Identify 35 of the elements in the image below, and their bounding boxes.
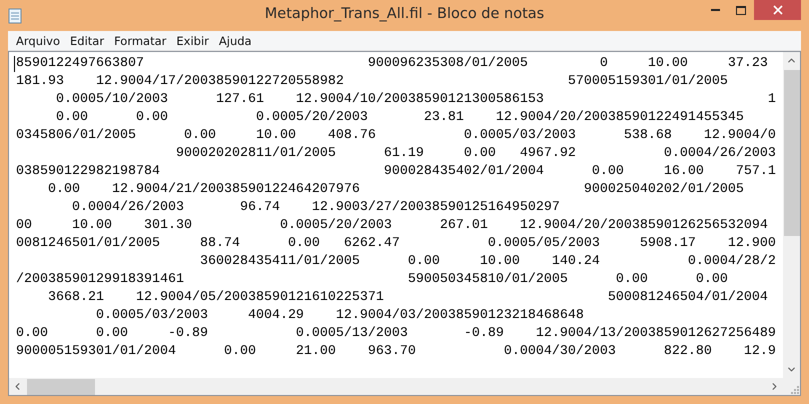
close-icon xyxy=(772,5,782,15)
vertical-scrollbar[interactable] xyxy=(783,52,800,378)
text-line: 0081246501/01/2005 88.74 0.00 6262.47 0.0005/05/2003 5908.17 12.900 xyxy=(16,235,776,253)
text-line: 181.93 12.9004/17/20038590122720558982 570005159301/01/2005 xyxy=(16,73,728,91)
text-line: 8590122497663807 900096235308/01/2005 0 10.00 37.23 xyxy=(16,55,768,73)
horizontal-scrollbar[interactable] xyxy=(9,378,783,395)
menu-item[interactable]: Editar xyxy=(65,34,110,48)
minimize-icon xyxy=(710,9,720,11)
close-button[interactable] xyxy=(754,0,801,20)
text-line: 0.0005/03/2003 4004.29 12.9004/03/20038590123218468648 xyxy=(94,307,584,325)
text-line: 3668.21 12.9004/05/20038590121610225371 500081246504/01/2004 xyxy=(46,289,768,307)
scrollbar-thumb[interactable] xyxy=(27,378,95,394)
text-line: 0.00 0.00 -0.89 0.0005/13/2003 -0.89 12.9004/13/2003859012627256489 xyxy=(16,325,776,343)
text-line: 360028435411/01/2005 0.00 10.00 140.24 0.0004/28/2 xyxy=(198,253,776,271)
maximize-icon xyxy=(736,6,746,14)
text-cursor xyxy=(14,56,15,72)
resize-grip-icon[interactable] xyxy=(788,383,800,395)
text-line: 038590122982198784 900028435402/01/2004 0.00 16.00 757.1 xyxy=(16,163,776,181)
menu-item[interactable]: Formatar xyxy=(109,34,172,48)
menu-item[interactable]: Exibir xyxy=(171,34,214,48)
text-line: 0345806/01/2005 0.00 10.00 408.76 0.0005/03/2003 538.68 12.9004/0 xyxy=(16,127,776,145)
text-line: 900005159301/01/2004 0.00 21.00 963.70 0.0004/30/2003 822.80 12.9 xyxy=(16,343,776,361)
text-line: 00 10.00 301.30 0.0005/20/2003 267.01 12.9004/20/20038590126256532094 xyxy=(16,217,768,235)
scrollbar-thumb[interactable] xyxy=(784,70,800,236)
text-line: 0.00 0.00 0.0005/20/2003 23.81 12.9004/20/20038590122491455345 xyxy=(54,109,744,127)
menu-item[interactable]: Arquivo xyxy=(11,34,66,48)
menu-item[interactable]: Ajuda xyxy=(214,34,257,48)
text-editor[interactable] xyxy=(8,51,801,396)
text-line: 0.0005/10/2003 127.61 12.9004/10/20038590121300586153 1 xyxy=(54,91,776,109)
text-line: /20038590129918391461 590050345810/01/2005 0.00 0.00 xyxy=(16,271,728,289)
notepad-icon xyxy=(8,8,22,24)
text-line: 0.0004/26/2003 96.74 12.9003/27/20038590125164950297 xyxy=(70,199,560,217)
text-line: 900020202811/01/2005 61.19 0.00 4967.92 0.0004/26/2003 xyxy=(174,145,776,163)
window-title: Metaphor_Trans_All.fil - Bloco de notas xyxy=(264,6,544,22)
text-line: 0.00 12.9004/21/20038590122464207976 900025040202/01/2005 xyxy=(46,181,744,199)
